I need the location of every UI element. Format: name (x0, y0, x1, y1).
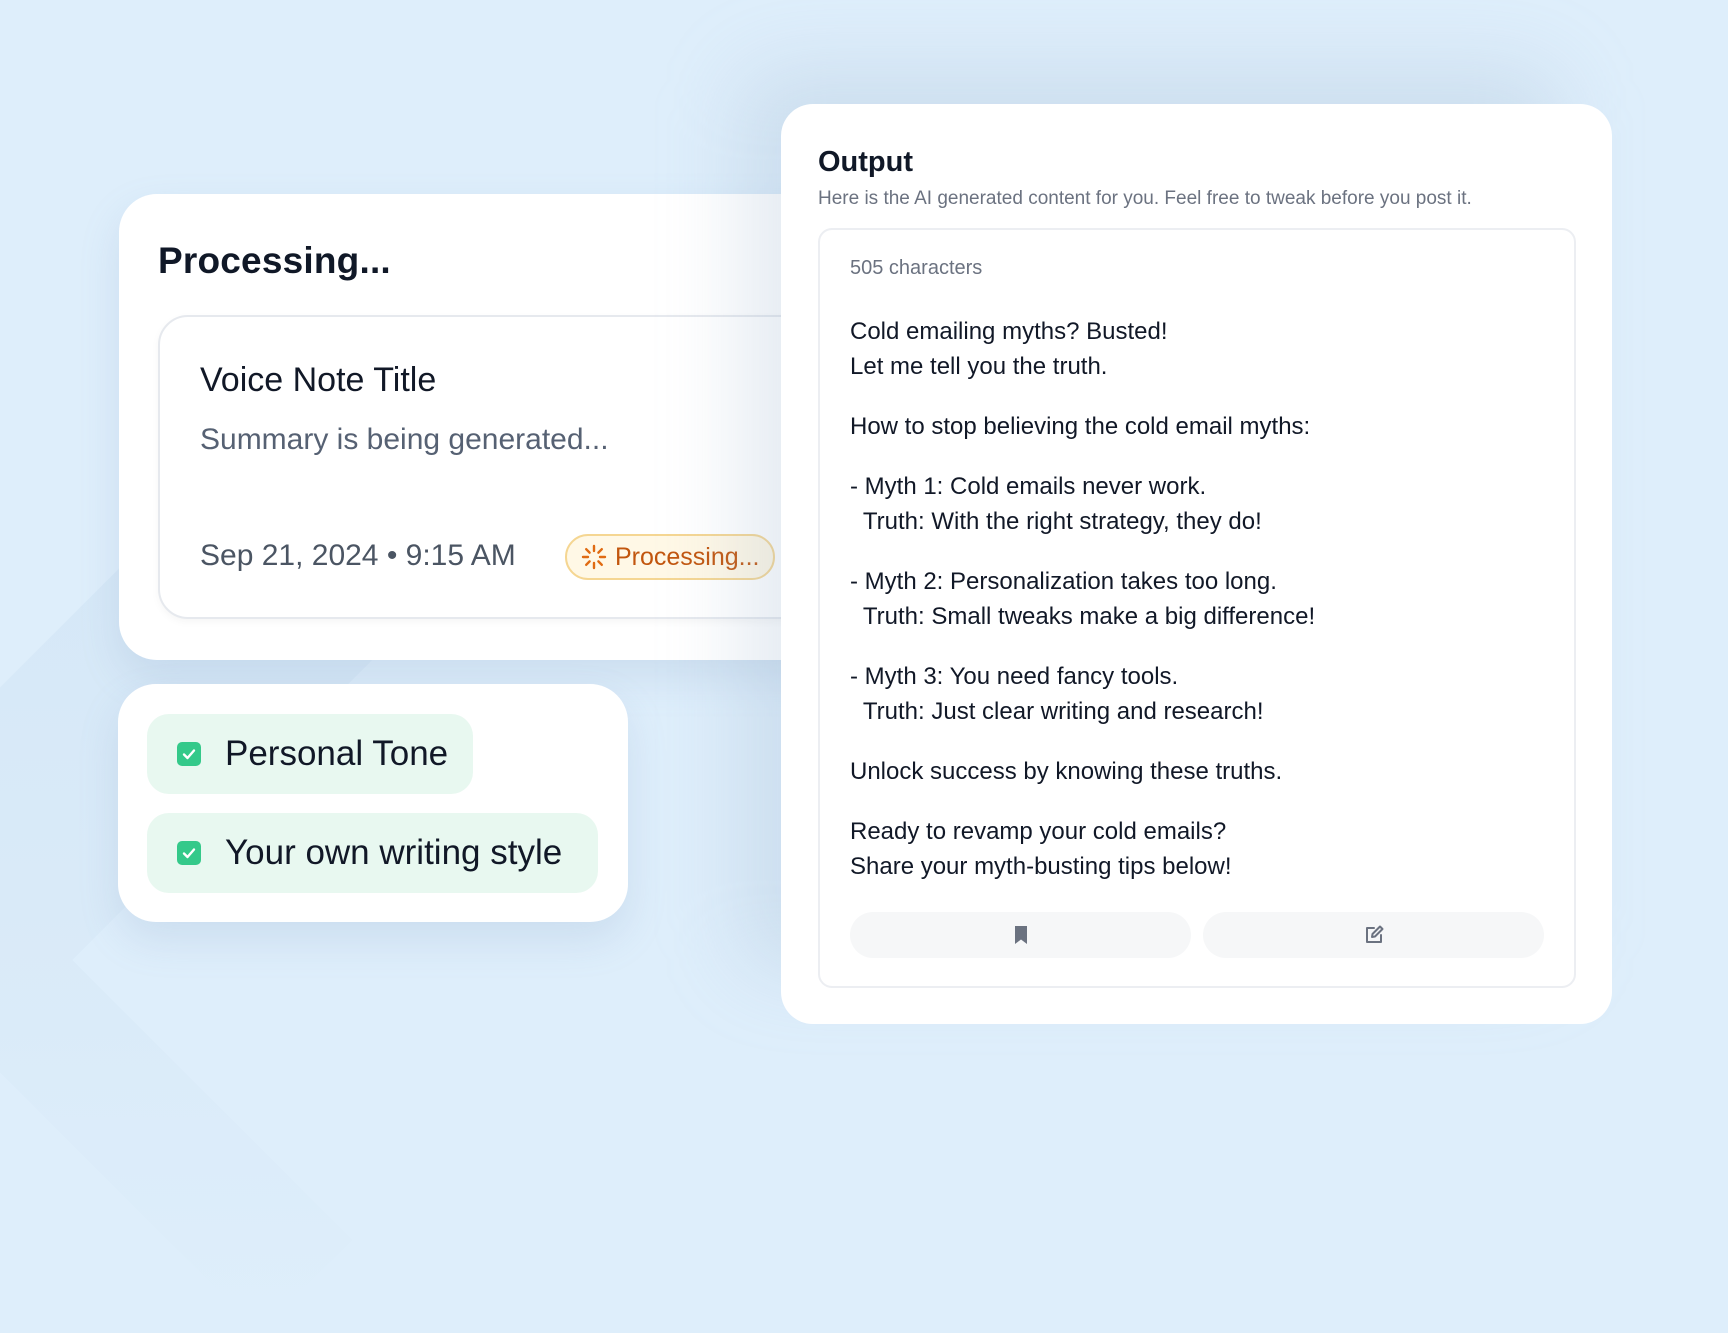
processing-card: Processing... Voice Note Title Summary i… (119, 194, 882, 660)
spinner-icon (581, 544, 607, 570)
edit-button[interactable] (1203, 912, 1544, 958)
checkbox-checked-icon[interactable] (177, 742, 201, 766)
processing-heading: Processing... (158, 240, 391, 281)
bookmark-button[interactable] (850, 912, 1191, 958)
generated-post-box[interactable]: 505 characters Cold emailing myths? Bust… (818, 228, 1576, 988)
generated-post-text[interactable]: Cold emailing myths? Busted! Let me tell… (850, 314, 1550, 909)
post-paragraph: Ready to revamp your cold emails? Share … (850, 818, 1232, 880)
edit-icon (1365, 925, 1383, 943)
output-actions (850, 912, 1544, 958)
post-paragraph: - Myth 2: Personalization takes too long… (850, 568, 1316, 630)
output-card: Output Here is the AI generated content … (781, 104, 1612, 1024)
option-label: Your own writing style (225, 833, 563, 872)
post-paragraph: - Myth 1: Cold emails never work. Truth:… (850, 473, 1262, 535)
voice-note-title: Voice Note Title (200, 361, 437, 399)
options-card: Personal Tone Your own writing style (118, 684, 628, 922)
bookmark-icon (1014, 926, 1027, 944)
voice-note-summary: Summary is being generated... (200, 423, 609, 456)
post-paragraph: How to stop believing the cold email myt… (850, 413, 1311, 440)
option-personal-tone[interactable]: Personal Tone (147, 714, 473, 794)
post-paragraph: - Myth 3: You need fancy tools. Truth: J… (850, 663, 1264, 725)
post-paragraph: Unlock success by knowing these truths. (850, 758, 1283, 785)
checkbox-checked-icon[interactable] (177, 841, 201, 865)
option-label: Personal Tone (225, 734, 449, 773)
option-writing-style[interactable]: Your own writing style (147, 813, 598, 893)
output-subtitle: Here is the AI generated content for you… (818, 188, 1472, 209)
character-count: 505 characters (850, 257, 983, 279)
status-label: Processing... (615, 542, 760, 571)
output-title: Output (818, 146, 914, 178)
post-paragraph: Cold emailing myths? Busted! Let me tell… (850, 318, 1168, 380)
voice-note-date: Sep 21, 2024 • 9:15 AM (200, 539, 516, 572)
